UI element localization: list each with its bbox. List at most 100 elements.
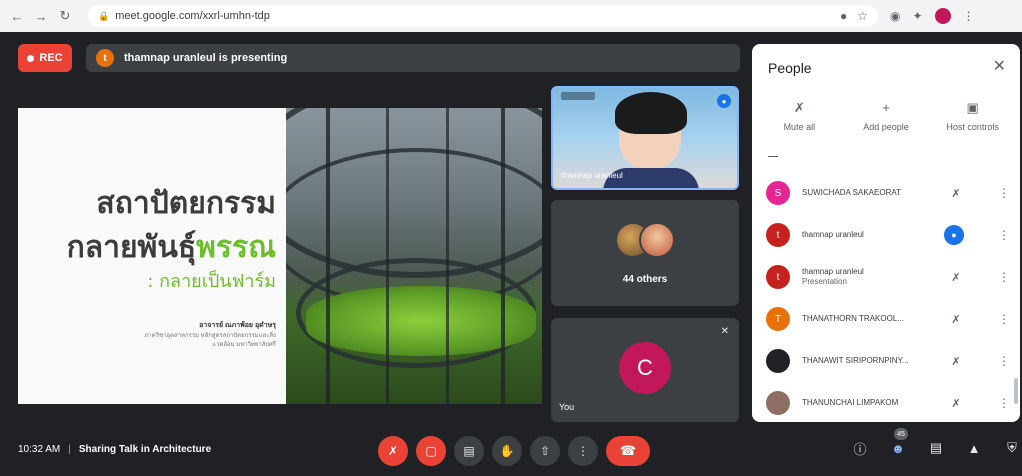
participant-name: thamnap uranleul <box>802 230 864 239</box>
puzzle-icon[interactable]: ✦ <box>912 9 922 23</box>
participant-name-block: THANATHORN TRAKOOL... <box>802 314 938 324</box>
host-controls-icon: ▣ <box>966 100 979 115</box>
record-dot-icon <box>27 54 35 62</box>
chat-icon: ▤ <box>929 440 943 455</box>
rec-label: REC <box>39 52 63 64</box>
people-icon: ☻ <box>891 440 905 456</box>
people-panel: People ✕ ✗ Mute all + Add people ▣ Host … <box>752 44 1020 422</box>
more-vert-icon[interactable]: ⋮ <box>998 396 1010 410</box>
host-controls-label: Host controls <box>946 122 999 132</box>
self-video-tile[interactable]: ✕ C You <box>551 318 739 422</box>
close-icon[interactable]: ✕ <box>993 56 1006 76</box>
browser-menu-icon[interactable]: ⋮ <box>963 9 975 23</box>
camera-indicator-icon[interactable]: ● <box>840 9 847 23</box>
mute-all-button[interactable]: ✗ Mute all <box>759 100 839 132</box>
camera-off-icon: ▢ <box>425 444 437 458</box>
participant-avatar: t <box>766 223 790 247</box>
participant-name-block: THANAWIT SIRIPORNPINY... <box>802 356 938 366</box>
more-vert-icon[interactable]: ⋮ <box>998 312 1010 326</box>
self-avatar: C <box>619 342 671 394</box>
separator: | <box>68 444 71 455</box>
recording-badge[interactable]: REC <box>18 44 72 72</box>
slide-author: อาจารย์ ณภาพ้อย อุดำษรุ <box>199 322 276 329</box>
participant-name: THANUNCHAI LIMPAKOM <box>802 398 899 407</box>
shield-icon: ⛨ <box>1007 440 1017 455</box>
profile-avatar[interactable] <box>934 8 951 24</box>
participant-name: thamnap uranleul <box>802 267 864 276</box>
people-button[interactable]: 45 ☻ <box>888 428 908 458</box>
raise-hand-button[interactable]: ✋ <box>492 436 522 466</box>
other-avatar <box>639 222 675 258</box>
participant-count-badge: 45 <box>894 428 908 440</box>
captions-button[interactable]: ▤ <box>454 436 484 466</box>
presentation-slide: สถาปัตยกรรม กลายพันธุ์พรรณ : กลายเป็นฟาร… <box>18 108 542 404</box>
participant-row[interactable]: t thamnap uranleul ● ⋮ <box>752 214 1020 256</box>
participant-avatar: S <box>766 181 790 205</box>
extension-icon[interactable]: ◉ <box>890 9 900 23</box>
forward-icon[interactable]: → <box>32 7 50 25</box>
leave-call-button[interactable]: ☎ <box>606 436 650 466</box>
activities-icon: ▲ <box>967 440 981 456</box>
mic-off-icon[interactable]: ✗ <box>944 349 968 373</box>
activities-button[interactable]: ▲ <box>964 438 984 458</box>
others-avatars <box>615 222 677 260</box>
meeting-details-button[interactable]: ⓘ <box>850 438 870 458</box>
camera-toggle-button[interactable]: ▢ <box>416 436 446 466</box>
panel-scrollbar[interactable] <box>1014 378 1018 404</box>
slide-title-line2-green: พรรณ <box>196 230 276 265</box>
presenting-banner: t thamnap uranleul is presenting <box>86 44 740 72</box>
speaking-icon[interactable]: ● <box>944 225 964 245</box>
reload-icon[interactable]: ↻ <box>56 7 74 25</box>
participant-name: SUWICHADA SAKAEORAT <box>802 188 901 197</box>
meeting-info: 10:32 AM | Sharing Talk in Architecture <box>18 444 211 455</box>
lock-icon: 🔒 <box>98 10 110 21</box>
participant-row[interactable]: THANAWIT SIRIPORNPINY... ✗ ⋮ <box>752 340 1020 382</box>
mic-off-icon[interactable]: ✗ <box>944 265 968 289</box>
chat-button[interactable]: ▤ <box>926 438 946 458</box>
others-tile[interactable]: 44 others <box>551 200 739 306</box>
mic-off-icon[interactable]: ✗ <box>944 391 968 415</box>
participant-name-block: SUWICHADA SAKAEORAT <box>802 188 938 198</box>
host-controls-bottom-button[interactable]: ⛨ <box>1002 438 1022 458</box>
participant-subtitle: Presentation <box>802 277 847 286</box>
address-bar[interactable]: 🔒 meet.google.com/xxrl-umhn-tdp ● ☆ <box>88 5 878 27</box>
microphone-toggle-button[interactable]: ✗ <box>378 436 408 466</box>
presenting-text: thamnap uranleul is presenting <box>124 52 288 64</box>
mic-off-icon[interactable]: ✗ <box>944 307 968 331</box>
mic-off-icon: ✗ <box>793 100 805 115</box>
slide-title-line2: กลายพันธุ์พรรณ <box>67 224 276 271</box>
mic-off-icon[interactable]: ✗ <box>944 181 968 205</box>
presenter-video-tile[interactable]: ● thamnap uranleul <box>551 86 739 190</box>
participant-row[interactable]: t thamnap uranleul Presentation ✗ ⋮ <box>752 256 1020 298</box>
bookmark-star-icon[interactable]: ☆ <box>857 9 868 23</box>
participant-avatar <box>766 391 790 415</box>
hang-up-icon: ☎ <box>619 443 637 458</box>
present-now-button[interactable]: ⇧ <box>530 436 560 466</box>
panel-actions: ✗ Mute all + Add people ▣ Host controls <box>752 100 1020 132</box>
more-vert-icon[interactable]: ⋮ <box>998 186 1010 200</box>
mic-off-icon: ✕ <box>720 326 729 337</box>
host-controls-button[interactable]: ▣ Host controls <box>933 100 1013 132</box>
more-vert-icon: ⋮ <box>577 444 589 458</box>
participant-avatar: t <box>766 265 790 289</box>
add-person-icon: + <box>882 100 890 115</box>
hand-icon: ✋ <box>499 444 515 458</box>
divider <box>768 156 778 157</box>
meeting-name: Sharing Talk in Architecture <box>78 444 212 455</box>
add-people-button[interactable]: + Add people <box>846 100 926 132</box>
captions-icon: ▤ <box>463 444 475 458</box>
participant-row[interactable]: THANUNCHAI LIMPAKOM ✗ ⋮ <box>752 382 1020 422</box>
more-vert-icon[interactable]: ⋮ <box>998 228 1010 242</box>
participant-list: S SUWICHADA SAKAEORAT ✗ ⋮ t thamnap uranleul ●… <box>752 172 1020 422</box>
more-vert-icon[interactable]: ⋮ <box>998 270 1010 284</box>
more-vert-icon[interactable]: ⋮ <box>998 354 1010 368</box>
slide-author-affiliation: ภาควิชาอุตสาหกรรม หลักสูตรสถาปัตยกรรมและ… <box>144 333 276 348</box>
panel-title: People <box>768 60 812 76</box>
more-options-button[interactable]: ⋮ <box>568 436 598 466</box>
participant-row[interactable]: S SUWICHADA SAKAEORAT ✗ ⋮ <box>752 172 1020 214</box>
participant-name-block: thamnap uranleul <box>802 230 938 240</box>
browser-toolbar: ← → ↻ 🔒 meet.google.com/xxrl-umhn-tdp ● … <box>0 0 1022 32</box>
participant-name-block: thamnap uranleul Presentation <box>802 267 938 287</box>
back-icon[interactable]: ← <box>8 7 26 25</box>
participant-row[interactable]: T THANATHORN TRAKOOL... ✗ ⋮ <box>752 298 1020 340</box>
